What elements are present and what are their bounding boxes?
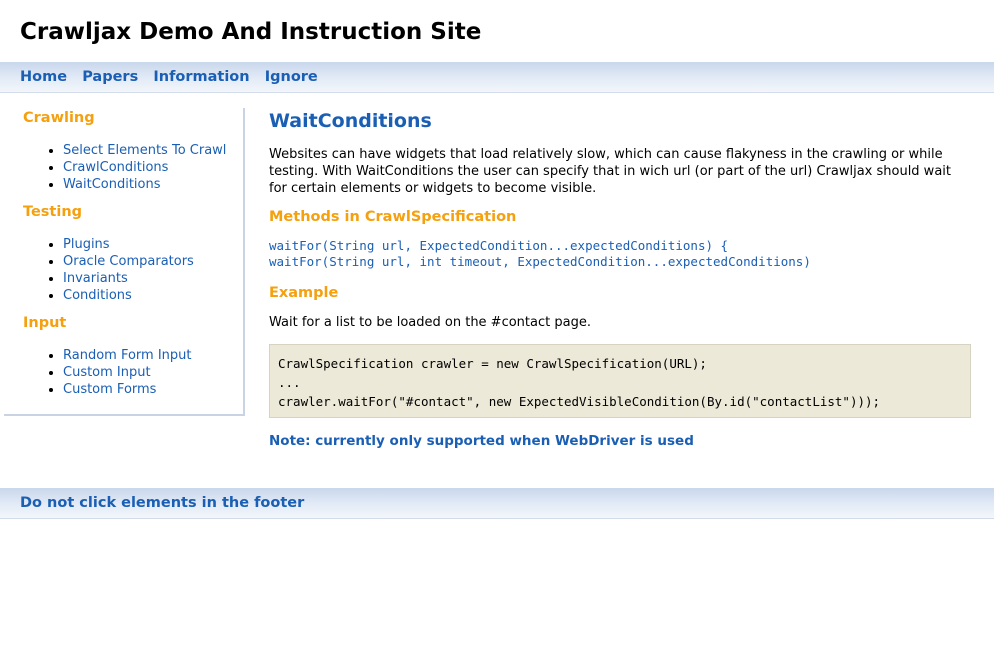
example-heading: Example <box>269 285 339 301</box>
list-item: Plugins <box>63 236 243 253</box>
nav-papers-link[interactable]: Papers <box>82 62 138 93</box>
sidebar-link-custom-forms[interactable]: Custom Forms <box>63 382 156 397</box>
sidebar-link-crawlconditions[interactable]: CrawlConditions <box>63 160 168 175</box>
sidebar-list-crawling: Select Elements To Crawl CrawlConditions… <box>4 142 243 193</box>
list-item: Random Form Input <box>63 347 243 364</box>
sidebar-list-testing: Plugins Oracle Comparators Invariants Co… <box>4 236 243 304</box>
main-content: WaitConditions Websites can have widgets… <box>269 108 971 450</box>
sidebar-link-random-form-input[interactable]: Random Form Input <box>63 348 192 363</box>
page-title: WaitConditions <box>269 110 432 132</box>
sidebar-link-conditions[interactable]: Conditions <box>63 288 132 303</box>
footer: Do not click elements in the footer <box>0 488 994 519</box>
nav-home-link[interactable]: Home <box>20 62 67 93</box>
list-item: Conditions <box>63 287 243 304</box>
sidebar-link-custom-input[interactable]: Custom Input <box>63 365 151 380</box>
list-item: Invariants <box>63 270 243 287</box>
method-signature: waitFor(String url, ExpectedCondition...… <box>269 238 729 253</box>
method-signature: waitFor(String url, int timeout, Expecte… <box>269 254 811 269</box>
sidebar-link-invariants[interactable]: Invariants <box>63 271 128 286</box>
code-line: ... <box>278 375 301 390</box>
code-line: CrawlSpecification crawler = new CrawlSp… <box>278 356 707 371</box>
intro-paragraph: Websites can have widgets that load rela… <box>269 147 951 196</box>
site-header: Crawljax Demo And Instruction Site <box>0 0 994 62</box>
top-nav: Home Papers Information Ignore <box>0 62 994 93</box>
sidebar-link-plugins[interactable]: Plugins <box>63 237 110 252</box>
sidebar-section-title-input: Input <box>23 315 67 331</box>
sidebar-section-title-crawling: Crawling <box>23 110 95 126</box>
sidebar: Crawling Select Elements To Crawl CrawlC… <box>4 108 245 416</box>
list-item: Custom Forms <box>63 381 243 398</box>
methods-code: waitFor(String url, ExpectedCondition...… <box>269 238 971 270</box>
sidebar-link-select-elements[interactable]: Select Elements To Crawl <box>63 143 226 158</box>
code-block: CrawlSpecification crawler = new CrawlSp… <box>269 344 971 418</box>
sidebar-link-waitconditions[interactable]: WaitConditions <box>63 177 161 192</box>
list-item: Select Elements To Crawl <box>63 142 243 159</box>
sidebar-list-input: Random Form Input Custom Input Custom Fo… <box>4 347 243 398</box>
list-item: Oracle Comparators <box>63 253 243 270</box>
note-text: Note: currently only supported when WebD… <box>269 433 694 449</box>
sidebar-link-oracle-comparators[interactable]: Oracle Comparators <box>63 254 194 269</box>
sidebar-section-title-testing: Testing <box>23 204 83 220</box>
list-item: WaitConditions <box>63 176 243 193</box>
site-title: Crawljax Demo And Instruction Site <box>20 19 482 45</box>
nav-information-link[interactable]: Information <box>153 62 249 93</box>
list-item: CrawlConditions <box>63 159 243 176</box>
list-item: Custom Input <box>63 364 243 381</box>
nav-ignore-link[interactable]: Ignore <box>265 62 318 93</box>
methods-heading: Methods in CrawlSpecification <box>269 209 517 225</box>
code-line: crawler.waitFor("#contact", new Expected… <box>278 394 881 409</box>
example-text: Wait for a list to be loaded on the #con… <box>269 315 591 330</box>
footer-link[interactable]: Do not click elements in the footer <box>20 495 304 511</box>
